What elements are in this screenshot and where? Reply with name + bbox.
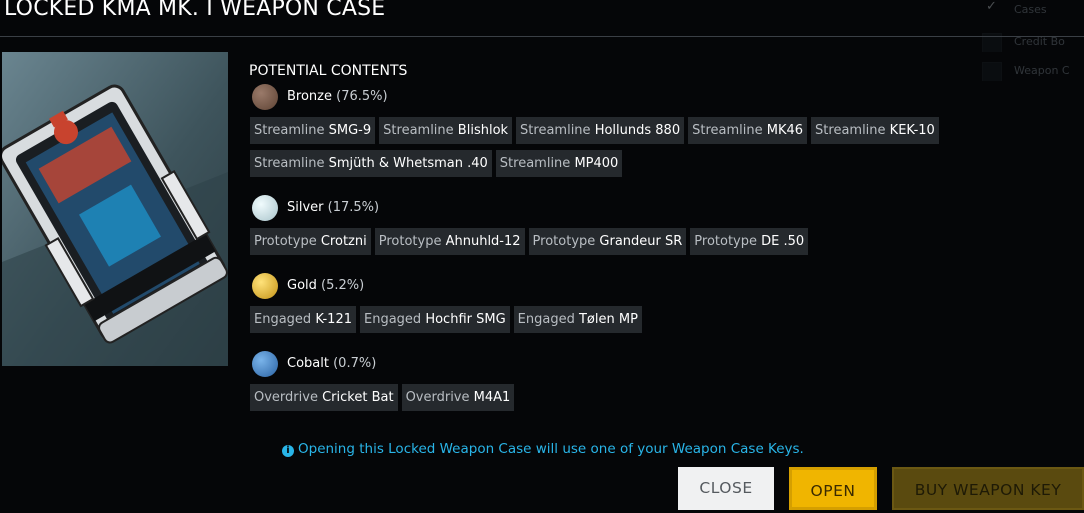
checkbox[interactable]	[982, 62, 1002, 81]
cobalt-items-row-1: Overdrive Cricket Bat Overdrive M4A1	[250, 384, 515, 411]
gold-items-row-1: Engaged K-121 Engaged Hochfir SMG Engage…	[250, 306, 642, 333]
item-chip[interactable]: Streamline MK46	[688, 117, 808, 144]
key-usage-notice: i Opening this Locked Weapon Case will us…	[282, 441, 804, 457]
item-chip[interactable]: Streamline Smjüth & Whetsman .40	[250, 150, 492, 177]
filter-weapon-cases[interactable]: Weapon C	[980, 61, 1084, 81]
item-chip[interactable]: Overdrive M4A1	[401, 384, 515, 411]
filter-label: Weapon C	[1014, 64, 1070, 77]
dialog-title: LOCKED KMA MK. I WEAPON CASE	[4, 0, 386, 21]
silver-tier-icon	[252, 195, 278, 221]
bronze-tier-icon	[252, 84, 278, 110]
tier-label: Bronze (76.5%)	[287, 89, 388, 104]
item-chip[interactable]: Engaged Tølen MP	[513, 306, 642, 333]
background-filter-list: ✓ Cases Credit Bo Weapon C	[980, 0, 1084, 90]
item-chip[interactable]: Streamline Hollunds 880	[516, 117, 685, 144]
item-chip[interactable]: Streamline SMG-9	[250, 117, 376, 144]
notice-text: Opening this Locked Weapon Case will use…	[298, 441, 804, 457]
item-chip[interactable]: Prototype Ahnuhld-12	[374, 228, 525, 255]
bronze-items-row-2: Streamline Smjüth & Whetsman .40 Streaml…	[250, 150, 623, 177]
title-divider	[0, 36, 1084, 37]
filter-credit-boosts[interactable]: Credit Bo	[980, 32, 1084, 52]
checkmark-icon: ✓	[986, 0, 997, 14]
gold-tier-icon	[252, 273, 278, 299]
tier-label: Silver (17.5%)	[287, 200, 380, 215]
info-icon: i	[282, 445, 294, 457]
silver-items-row-1: Prototype Crotzni Prototype Ahnuhld-12 P…	[250, 228, 809, 255]
filter-cases[interactable]: ✓ Cases	[980, 0, 1084, 20]
contents-heading: POTENTIAL CONTENTS	[249, 63, 408, 79]
close-button[interactable]: CLOSE	[678, 467, 774, 510]
bronze-items-row-1: Streamline SMG-9 Streamline Blishlok Str…	[250, 117, 939, 144]
cobalt-tier-icon	[252, 351, 278, 377]
weapon-case-image	[2, 52, 228, 366]
open-button[interactable]: OPEN	[789, 467, 877, 510]
item-chip[interactable]: Streamline MP400	[495, 150, 623, 177]
item-chip[interactable]: Engaged K-121	[250, 306, 356, 333]
item-chip[interactable]: Prototype DE .50	[690, 228, 809, 255]
item-chip[interactable]: Streamline Blishlok	[379, 117, 513, 144]
item-chip[interactable]: Overdrive Cricket Bat	[250, 384, 398, 411]
tier-label: Gold (5.2%)	[287, 278, 365, 293]
item-chip[interactable]: Engaged Hochfir SMG	[360, 306, 510, 333]
item-chip[interactable]: Prototype Grandeur SR	[528, 228, 687, 255]
tier-label: Cobalt (0.7%)	[287, 356, 377, 371]
item-chip[interactable]: Streamline KEK-10	[811, 117, 939, 144]
filter-label: Cases	[1014, 3, 1047, 16]
buy-weapon-key-button[interactable]: BUY WEAPON KEY	[892, 467, 1084, 510]
item-chip[interactable]: Prototype Crotzni	[250, 228, 371, 255]
